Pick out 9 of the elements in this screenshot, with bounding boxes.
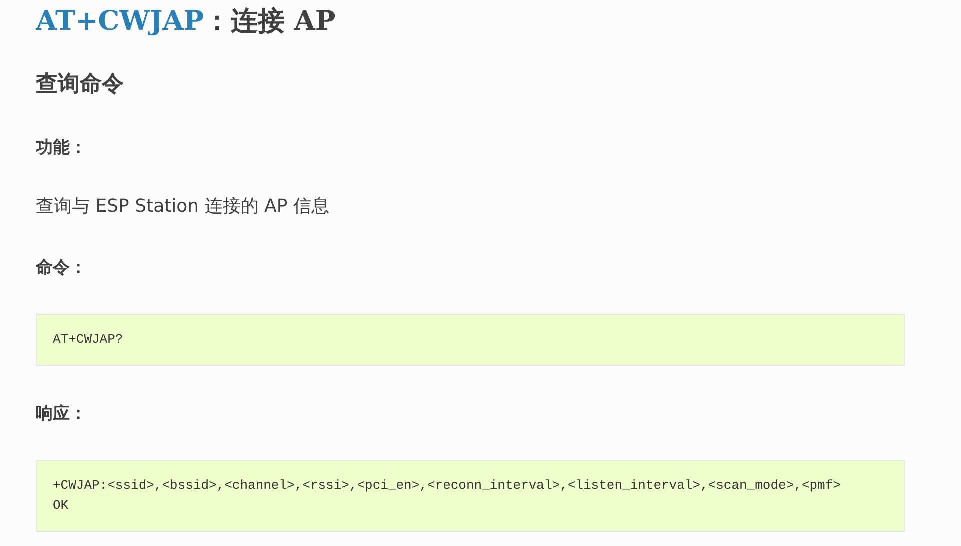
field-label: 命令： [36,257,87,280]
code-block: AT+CWJAP? [36,314,905,366]
description-text: 查询与 ESP Station 连接的 AP 信息 [36,195,330,219]
page-title: ：连接 AP [204,5,336,39]
section-heading: 查询命令 [36,71,125,99]
field-label: 功能： [36,137,87,160]
command-link[interactable]: AT+CWJAP [36,4,204,40]
code-block: +CWJAP:<ssid>,<bssid>,<channel>,<rssi>,<pci_en>,<reconn_interval>,<listen_interval>,<scan_mode>,<pmf> OK [36,460,905,532]
field-label: 响应： [36,403,87,426]
